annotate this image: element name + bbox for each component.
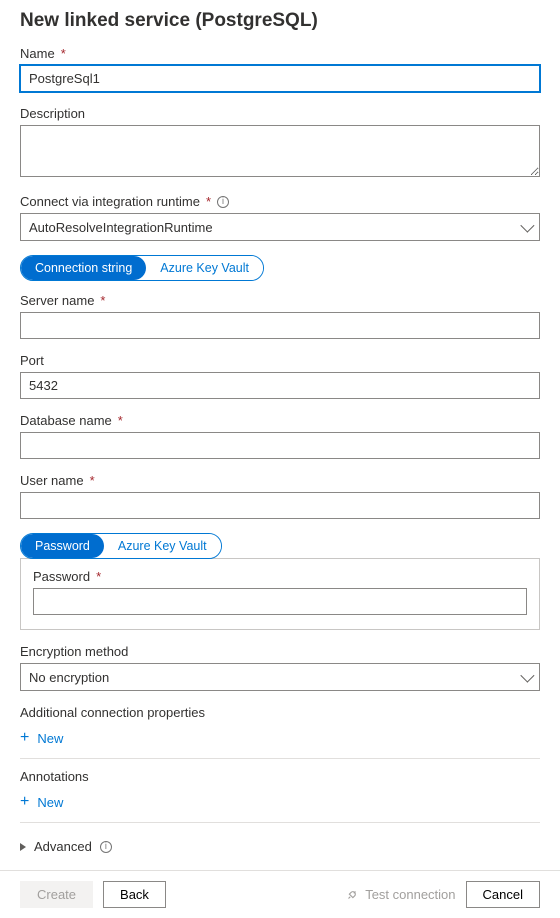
required-asterisk: * [118,413,123,428]
add-property-button[interactable]: + New [20,728,63,748]
tab-azure-key-vault[interactable]: Azure Key Vault [146,256,263,280]
plug-icon [345,888,359,902]
info-icon[interactable]: i [100,841,112,853]
port-label: Port [20,353,540,368]
password-panel: Password* [20,558,540,630]
user-input[interactable] [20,492,540,519]
annotations-section: Annotations + New [20,769,540,823]
extra-props-section: Additional connection properties + New [20,705,540,759]
tab-password-akv[interactable]: Azure Key Vault [104,534,221,558]
password-mode-tabs: Password Azure Key Vault [20,533,222,559]
runtime-select[interactable]: AutoResolveIntegrationRuntime [20,213,540,241]
create-button: Create [20,881,93,908]
server-label: Server name* [20,293,540,308]
advanced-toggle[interactable]: Advanced i [20,833,540,870]
db-input[interactable] [20,432,540,459]
tab-password[interactable]: Password [21,534,104,558]
test-connection-button: Test connection [345,887,455,902]
user-label: User name* [20,473,540,488]
name-input[interactable] [20,65,540,92]
name-label: Name* [20,46,540,61]
description-label: Description [20,106,540,121]
annotations-label: Annotations [20,769,540,784]
password-label: Password* [33,569,527,584]
add-annotation-button[interactable]: + New [20,792,63,812]
tab-connection-string[interactable]: Connection string [21,256,146,280]
required-asterisk: * [96,569,101,584]
connection-mode-tabs: Connection string Azure Key Vault [20,255,264,281]
chevron-down-icon [520,669,534,683]
plus-icon: + [20,730,29,746]
chevron-down-icon [520,219,534,233]
required-asterisk: * [206,194,211,209]
runtime-label: Connect via integration runtime* i [20,194,540,209]
required-asterisk: * [100,293,105,308]
required-asterisk: * [90,473,95,488]
extra-props-label: Additional connection properties [20,705,540,720]
chevron-right-icon [20,843,26,851]
plus-icon: + [20,794,29,810]
description-textarea[interactable] [20,125,540,177]
encryption-select[interactable]: No encryption [20,663,540,691]
password-input[interactable] [33,588,527,615]
info-icon[interactable]: i [217,196,229,208]
back-button[interactable]: Back [103,881,166,908]
encryption-label: Encryption method [20,644,540,659]
page-title: New linked service (PostgreSQL) [20,10,540,32]
cancel-button[interactable]: Cancel [466,881,540,908]
footer: Create Back Test connection Cancel [0,870,560,918]
db-label: Database name* [20,413,540,428]
server-input[interactable] [20,312,540,339]
port-input[interactable] [20,372,540,399]
required-asterisk: * [61,46,66,61]
